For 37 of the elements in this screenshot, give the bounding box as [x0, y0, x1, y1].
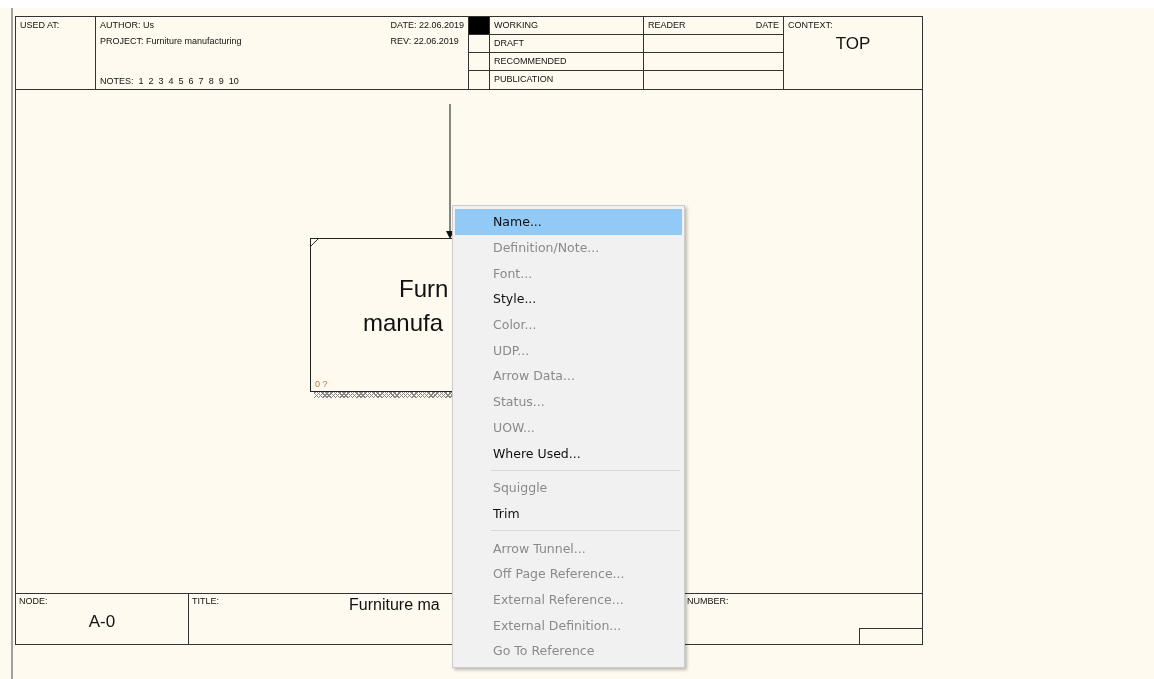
node-label: NODE:	[19, 596, 48, 606]
reader-label: READER	[648, 20, 686, 30]
activity-title: Furn	[399, 275, 449, 303]
note-number[interactable]: 5	[178, 76, 184, 86]
used-at-label: USED AT:	[20, 20, 60, 30]
note-number[interactable]: 10	[228, 76, 239, 86]
note-number[interactable]: 1	[138, 76, 144, 86]
note-number[interactable]: 4	[168, 76, 174, 86]
context-value: TOP	[835, 34, 871, 54]
project-text: PROJECT: Furniture manufacturing	[100, 36, 243, 46]
title-value: Furniture ma	[349, 596, 440, 614]
rev-text: REV: 22.06.2019	[390, 36, 460, 46]
notes-label: NOTES:	[100, 76, 134, 86]
title-label: TITLE:	[192, 596, 219, 606]
date-text: DATE: 22.06.2019	[390, 20, 464, 30]
author-text: AUTHOR: Us	[100, 20, 155, 30]
status-label: RECOMMENDED	[494, 56, 567, 66]
context-label: CONTEXT:	[788, 20, 833, 30]
note-number[interactable]: 8	[208, 76, 214, 86]
node-value: A-0	[88, 612, 116, 632]
corner-mark-icon	[311, 239, 318, 246]
number-label: NUMBER:	[687, 596, 729, 606]
status-label: WORKING	[494, 20, 538, 30]
menu-item[interactable]: Style...	[455, 286, 682, 312]
activity-title: manufa	[363, 309, 444, 337]
note-number[interactable]: 3	[158, 76, 164, 86]
menu-item[interactable]: Where Used...	[455, 440, 682, 466]
note-number[interactable]: 9	[218, 76, 224, 86]
note-number[interactable]: 7	[198, 76, 204, 86]
activity-number: 0 ?	[315, 379, 328, 389]
menu-item[interactable]: Trim	[455, 500, 682, 527]
note-number[interactable]: 2	[148, 76, 154, 86]
status-label: DRAFT	[494, 38, 524, 48]
note-number[interactable]: 6	[188, 76, 194, 86]
reader-date-label: DATE	[755, 20, 779, 30]
menu-item[interactable]: Name...	[455, 209, 682, 235]
status-label: PUBLICATION	[494, 74, 554, 84]
